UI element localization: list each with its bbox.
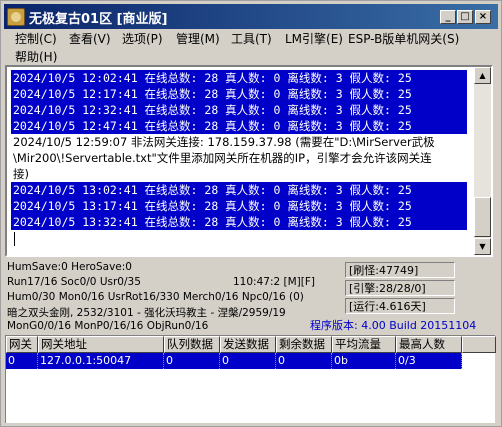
minimize-button[interactable]: _ xyxy=(440,10,456,24)
col-gateway[interactable]: 网关 xyxy=(6,336,38,353)
table-row[interactable]: 0 127.0.0.1:50047 0 0 0 0b 0/3 xyxy=(6,353,462,369)
log-line[interactable]: 2024/10/5 13:17:41 在线总数: 28 真人数: 0 离线数: … xyxy=(11,198,467,214)
menu-bar: 控制(C) 查看(V) 选项(P) 管理(M) 工具(T) LM引擎(E) ES… xyxy=(5,29,499,65)
cell-traffic: 0b xyxy=(332,353,396,369)
monster-status: 暗之双头金刚, 2532/3101 - 强化沃玛教主 - 涅槃/2959/19 xyxy=(7,307,286,319)
col-max-players[interactable]: 最高人数 xyxy=(396,336,462,353)
col-avg-traffic[interactable]: 平均流量 xyxy=(332,336,396,353)
menu-control[interactable]: 控制(C) xyxy=(11,30,61,48)
text-cursor xyxy=(14,232,15,246)
log-scrollbar[interactable]: ▲ ▼ xyxy=(474,67,491,255)
process-status: Hum0/30 Mon0/16 UsrRot16/330 Merch0/16 N… xyxy=(7,291,304,303)
log-line[interactable]: 2024/10/5 12:59:07 非法网关连接: 178.159.37.98… xyxy=(11,134,467,150)
app-icon xyxy=(7,8,25,26)
scroll-down-icon[interactable]: ▼ xyxy=(474,238,491,255)
engine-counter: [引擎:28/28/0] xyxy=(345,280,455,296)
menu-manage[interactable]: 管理(M) xyxy=(172,30,224,48)
cell-sent: 0 xyxy=(220,353,276,369)
window-title: 无极复古01区 [商业版] xyxy=(29,12,168,27)
menu-tools[interactable]: 工具(T) xyxy=(227,30,276,48)
close-button[interactable]: × xyxy=(475,10,491,24)
maximize-button[interactable]: □ xyxy=(457,10,473,24)
program-version: 程序版本: 4.00 Build 20151104 xyxy=(310,319,477,332)
menu-esp-gateway[interactable]: ESP-B版单机网关(S) xyxy=(344,30,463,48)
log-panel[interactable]: 2024/10/5 12:02:41 在线总数: 28 真人数: 0 离线数: … xyxy=(5,65,493,257)
table-header: 网关 网关地址 队列数据 发送数据 剩余数据 平均流量 最高人数 xyxy=(6,336,496,353)
server-time: 110:47:2 [M][F] xyxy=(233,276,315,288)
log-line[interactable]: 2024/10/5 12:02:41 在线总数: 28 真人数: 0 离线数: … xyxy=(11,70,467,86)
log-line[interactable]: \Mir200\!Servertable.txt"文件里添加网关所在机器的IP，… xyxy=(11,150,467,166)
gateway-table[interactable]: 网关 网关地址 队列数据 发送数据 剩余数据 平均流量 最高人数 0 127.0… xyxy=(5,335,496,423)
cell-remaining: 0 xyxy=(276,353,332,369)
col-queue-data[interactable]: 队列数据 xyxy=(164,336,220,353)
object-status: MonG0/0/16 MonP0/16/16 ObjRun0/16 xyxy=(7,320,209,332)
cell-address: 127.0.0.1:50047 xyxy=(38,353,164,369)
menu-options[interactable]: 选项(P) xyxy=(118,30,167,48)
status-panel: HumSave:0 HeroSave:0 Run17/16 Soc0/0 Usr… xyxy=(5,259,499,333)
log-line[interactable]: 2024/10/5 12:17:41 在线总数: 28 真人数: 0 离线数: … xyxy=(11,86,467,102)
log-line[interactable]: 2024/10/5 13:02:41 在线总数: 28 真人数: 0 离线数: … xyxy=(11,182,467,198)
col-gateway-address[interactable]: 网关地址 xyxy=(38,336,164,353)
menu-view[interactable]: 查看(V) xyxy=(65,30,115,48)
log-line[interactable]: 2024/10/5 12:47:41 在线总数: 28 真人数: 0 离线数: … xyxy=(11,118,467,134)
log-line[interactable]: 接) xyxy=(11,166,467,182)
scroll-thumb[interactable] xyxy=(474,197,491,237)
cell-gateway: 0 xyxy=(6,353,38,369)
col-sent-data[interactable]: 发送数据 xyxy=(220,336,276,353)
col-remaining-data[interactable]: 剩余数据 xyxy=(276,336,332,353)
runtime-counter: [运行:4.616天] xyxy=(345,298,455,314)
menu-lm-engine[interactable]: LM引擎(E) xyxy=(281,30,347,48)
scroll-up-icon[interactable]: ▲ xyxy=(474,67,491,84)
refresh-counter: [刷怪:47749] xyxy=(345,262,455,278)
main-window: 无极复古01区 [商业版] _ □ × 控制(C) 查看(V) 选项(P) 管理… xyxy=(0,0,502,427)
log-lines: 2024/10/5 12:02:41 在线总数: 28 真人数: 0 离线数: … xyxy=(11,70,467,246)
run-status: Run17/16 Soc0/0 Usr0/35 xyxy=(7,276,141,288)
col-filler xyxy=(462,336,496,353)
title-bar[interactable]: 无极复古01区 [商业版] _ □ × xyxy=(4,4,498,29)
menu-help[interactable]: 帮助(H) xyxy=(11,48,61,66)
cell-queue: 0 xyxy=(164,353,220,369)
log-line[interactable]: 2024/10/5 13:32:41 在线总数: 28 真人数: 0 离线数: … xyxy=(11,214,467,230)
log-line[interactable]: 2024/10/5 12:32:41 在线总数: 28 真人数: 0 离线数: … xyxy=(11,102,467,118)
save-status: HumSave:0 HeroSave:0 xyxy=(7,261,132,273)
cell-max-players: 0/3 xyxy=(396,353,462,369)
